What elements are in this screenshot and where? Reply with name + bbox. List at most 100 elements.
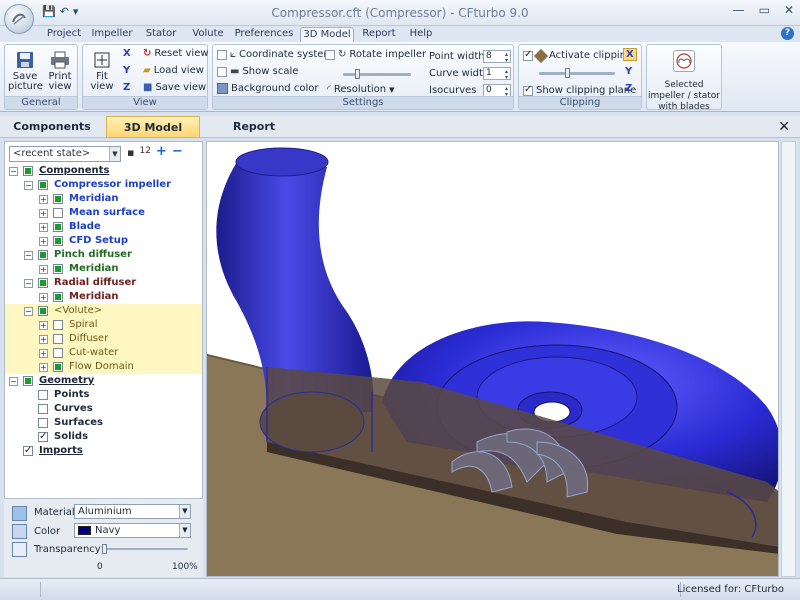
add-state-icon[interactable]: + — [156, 145, 167, 159]
show-scale-checkbox[interactable] — [217, 66, 227, 77]
tree-item[interactable]: Surfaces — [5, 416, 202, 430]
3d-viewport[interactable] — [206, 141, 779, 577]
tree-item-checkbox[interactable] — [53, 362, 63, 372]
tree-item[interactable]: + CFD Setup — [5, 234, 202, 248]
expand-icon[interactable]: + — [39, 335, 48, 344]
color-view-icon[interactable] — [12, 524, 27, 539]
rotation-speed-thumb[interactable] — [355, 69, 360, 79]
tree-item-checkbox[interactable] — [38, 430, 48, 444]
save-picture-button[interactable]: Save picture — [8, 50, 43, 92]
tree-item[interactable]: + Blade — [5, 220, 202, 234]
save-view-button[interactable]: ■ Save view — [143, 82, 206, 93]
expand-icon[interactable]: + — [39, 321, 48, 330]
tab-volute[interactable]: Volute — [188, 27, 228, 42]
color-select[interactable]: Navy ▼ — [74, 523, 191, 538]
tree-item[interactable]: + Meridian — [5, 290, 202, 304]
transparency-view-icon[interactable] — [12, 542, 27, 557]
activate-clipping-checkbox[interactable] — [523, 49, 533, 61]
resolution-dropdown[interactable]: ◜ Resolution ▼ — [327, 84, 395, 95]
tab-components[interactable]: Components — [4, 116, 100, 138]
clip-axis-z-button[interactable]: Z — [625, 83, 632, 94]
maximize-icon[interactable]: ▭ — [759, 3, 770, 17]
view-axis-z-button[interactable]: Z — [123, 82, 130, 93]
transparency-thumb[interactable] — [102, 544, 107, 554]
rotate-impeller-toggle[interactable]: ↻ Rotate impeller — [325, 49, 426, 60]
load-view-button[interactable]: ▰ Load view — [143, 65, 204, 76]
selected-impeller-button[interactable]: Selected impeller / stator with blades — [646, 44, 722, 112]
tab-impeller[interactable]: Impeller — [90, 27, 134, 42]
tree-item-checkbox[interactable] — [53, 222, 63, 232]
tab-3d-model-view[interactable]: 3D Model — [106, 116, 200, 138]
tree-item[interactable]: Solids — [5, 430, 202, 444]
tree-item-checkbox[interactable] — [53, 264, 63, 274]
tree-item-checkbox[interactable] — [53, 292, 63, 302]
collapse-icon[interactable]: − — [24, 307, 33, 316]
show-scale-toggle[interactable]: ▬ Show scale — [217, 66, 298, 77]
transparency-slider[interactable] — [102, 544, 188, 554]
tree-item-checkbox[interactable] — [38, 180, 48, 190]
expand-icon[interactable]: + — [39, 223, 48, 232]
tab-help[interactable]: Help — [404, 27, 438, 42]
background-color-button[interactable]: Background color — [217, 83, 318, 94]
tree-item-checkbox[interactable] — [38, 418, 48, 428]
tree-item[interactable]: + Meridian — [5, 192, 202, 206]
clip-axis-x-button[interactable]: X — [623, 48, 637, 61]
tree-item[interactable]: Curves — [5, 402, 202, 416]
clipping-position-slider[interactable] — [539, 68, 615, 78]
expand-icon[interactable]: + — [39, 265, 48, 274]
tab-preferences[interactable]: Preferences — [234, 27, 294, 42]
tree-item-checkbox[interactable] — [53, 208, 63, 218]
tree-item-checkbox[interactable] — [53, 194, 63, 204]
print-view-button[interactable]: Print view — [43, 50, 77, 92]
collapse-icon[interactable]: − — [9, 377, 18, 386]
tree-item[interactable]: + Mean surface — [5, 206, 202, 220]
recent-state-select[interactable]: <recent state> ▼ — [9, 146, 121, 162]
coordinate-system-toggle[interactable]: ⟀ Coordinate system — [217, 49, 333, 60]
tree-item-checkbox[interactable] — [38, 278, 48, 288]
tab-report[interactable]: Report — [360, 27, 398, 42]
tab-project[interactable]: Project — [44, 27, 84, 42]
expand-icon[interactable]: + — [39, 195, 48, 204]
expand-icon[interactable]: + — [39, 293, 48, 302]
tree-item[interactable]: + Cut-water — [5, 346, 202, 360]
viewport-scrollbar[interactable] — [781, 141, 796, 577]
expand-icon[interactable]: + — [39, 363, 48, 372]
show-clipping-plane-toggle[interactable]: Show clipping plane — [523, 84, 636, 96]
tree-item[interactable]: + Diffuser — [5, 332, 202, 346]
view-axis-x-button[interactable]: X — [123, 48, 131, 59]
tree-item[interactable]: + Spiral — [5, 318, 202, 332]
tab-stator[interactable]: Stator — [140, 27, 182, 42]
coordinate-system-checkbox[interactable] — [217, 49, 227, 60]
material-view-icon[interactable] — [12, 506, 27, 521]
tree-item[interactable]: − Geometry — [5, 374, 202, 388]
tree-item[interactable]: − Radial diffuser — [5, 276, 202, 290]
tree-item[interactable]: − <Volute> — [5, 304, 202, 318]
tree-item[interactable]: + Meridian — [5, 262, 202, 276]
tree-item-checkbox[interactable] — [23, 166, 33, 176]
tree-item-checkbox[interactable] — [23, 376, 33, 386]
tree-item[interactable]: Points — [5, 388, 202, 402]
close-view-icon[interactable]: ✕ — [778, 119, 790, 135]
activate-clipping-toggle[interactable]: Activate clipping — [523, 48, 632, 63]
save-state-icon[interactable]: ▪ — [127, 146, 134, 159]
rotate-impeller-checkbox[interactable] — [325, 49, 335, 60]
collapse-icon[interactable]: − — [24, 279, 33, 288]
tree-item-checkbox[interactable] — [38, 390, 48, 400]
expand-icon[interactable]: + — [39, 237, 48, 246]
reset-view-button[interactable]: ↻ Reset view — [143, 48, 209, 59]
collapse-icon[interactable]: − — [9, 167, 18, 176]
tree-item-checkbox[interactable] — [38, 250, 48, 260]
numbering-icon[interactable]: 12 — [139, 146, 150, 159]
tab-3d-model[interactable]: 3D Model — [300, 27, 354, 42]
collapse-icon[interactable]: − — [24, 251, 33, 260]
clipping-position-thumb[interactable] — [565, 68, 570, 78]
curve-width-spinner[interactable]: 1 — [483, 67, 511, 80]
material-select[interactable]: Aluminium ▼ — [74, 504, 191, 519]
tree-item-checkbox[interactable] — [23, 444, 33, 458]
tree-item-checkbox[interactable] — [38, 404, 48, 414]
expand-icon[interactable]: + — [39, 209, 48, 218]
help-icon[interactable]: ? — [781, 27, 794, 40]
remove-state-icon[interactable]: − — [172, 145, 183, 159]
rotation-speed-slider[interactable] — [343, 69, 411, 79]
clip-axis-y-button[interactable]: Y — [625, 66, 632, 77]
